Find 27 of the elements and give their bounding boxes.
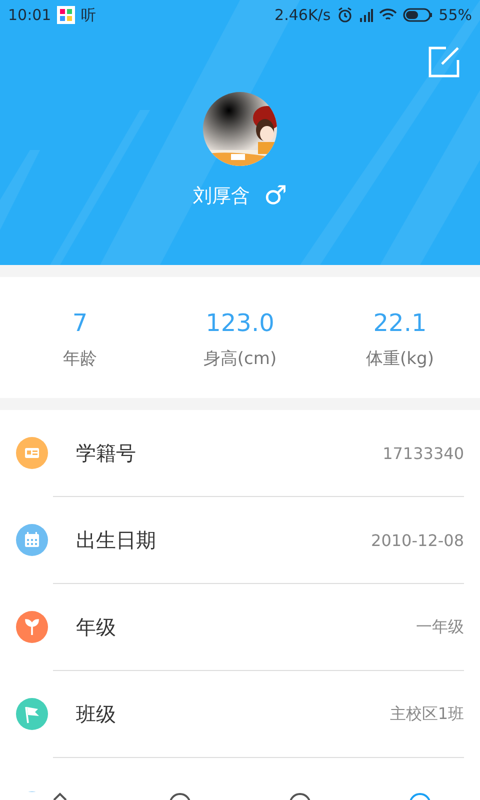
battery-icon [402,8,433,22]
clock: 10:01 [8,6,52,24]
row-value: 17133340 [382,444,464,462]
stat-label: 年龄 [63,348,97,371]
row-label: 班级 [76,700,117,728]
stat-label: 身高(cm) [203,348,277,371]
row-label: 年级 [76,614,117,640]
notification-text: 听 [81,6,96,24]
gender-symbol: ♂ [264,183,288,209]
tab-icon[interactable] [170,792,190,800]
signal-icon [358,8,373,22]
wifi-icon [378,8,397,22]
stat-label: 体重(kg) [366,348,434,371]
battery-percent: 55% [438,6,472,24]
row-value: 一年级 [416,616,464,638]
row-value: 主校区1班 [390,704,464,724]
row-label: 出生日期 [76,526,157,554]
row-label: 学籍号 [76,440,137,466]
tab-icon[interactable] [290,792,310,800]
app-icon [57,6,76,24]
alarm-icon [336,7,353,23]
row-value: 2010-12-08 [371,530,464,550]
stat-value: 123.0 [206,308,274,339]
student-name: 刘厚含 [192,184,250,209]
network-speed: 2.46K/s [274,6,331,24]
stat-value: 7 [72,308,88,339]
stat-value: 22.1 [373,308,427,339]
